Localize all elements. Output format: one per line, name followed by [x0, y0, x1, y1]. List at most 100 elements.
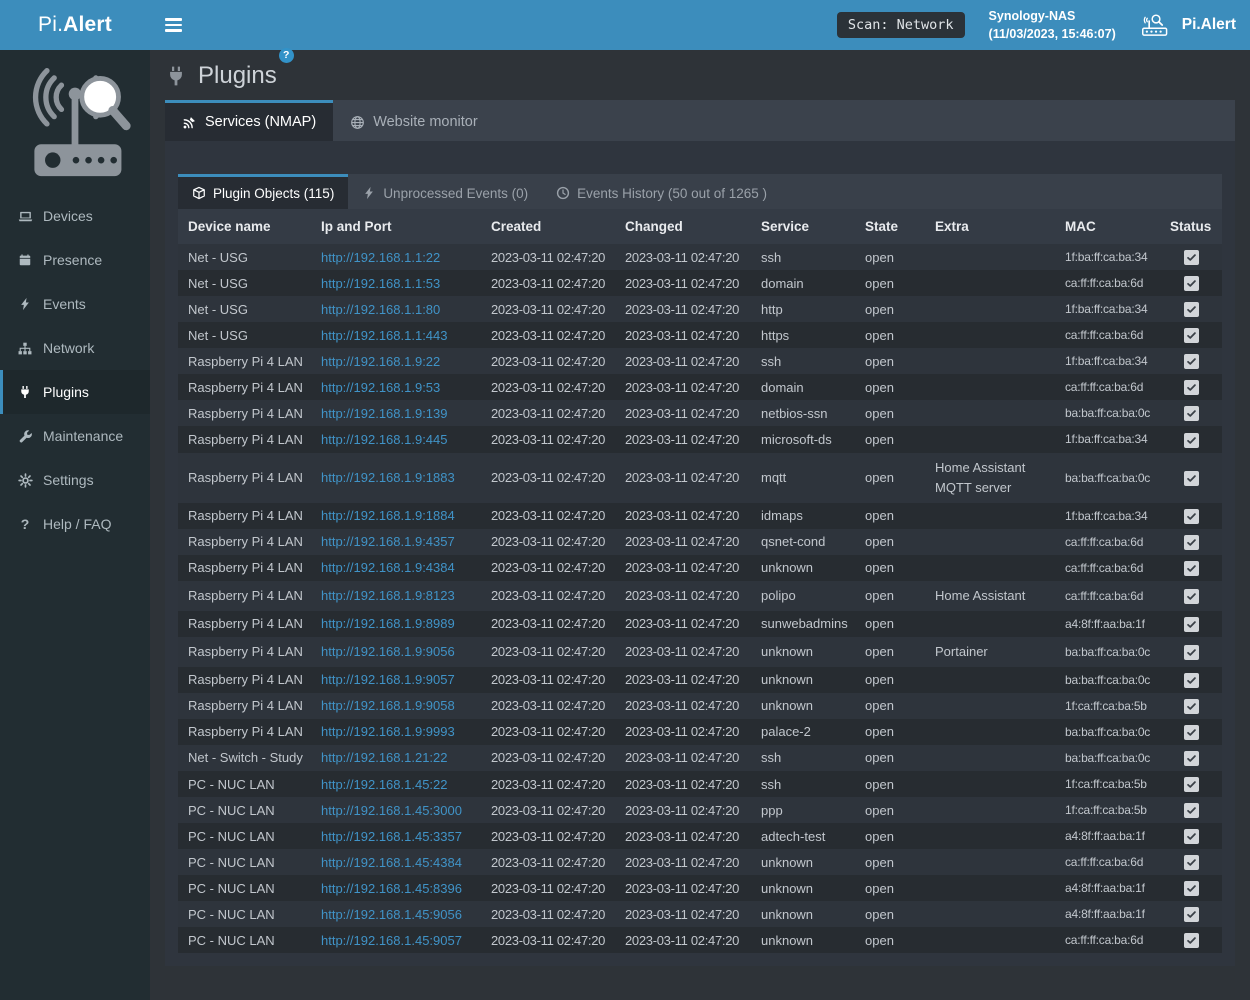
ip-port-link[interactable]: http://192.168.1.1:443: [321, 328, 448, 343]
ip-port-link[interactable]: http://192.168.1.1:80: [321, 302, 440, 317]
sidebar-item-presence[interactable]: Presence: [0, 238, 150, 282]
ip-port-link[interactable]: http://192.168.1.45:3000: [321, 803, 462, 818]
created-cell: 2023-03-11 02:47:20: [481, 555, 615, 581]
mac-cell: 1f:ba:ff:ca:ba:34: [1055, 503, 1160, 529]
ip-port-link[interactable]: http://192.168.1.9:53: [321, 380, 440, 395]
status-checkbox[interactable]: [1184, 302, 1199, 317]
status-checkbox[interactable]: [1184, 406, 1199, 421]
status-checkbox[interactable]: [1184, 673, 1199, 688]
service-cell: ppp: [751, 797, 855, 823]
status-checkbox[interactable]: [1184, 725, 1199, 740]
created-cell: 2023-03-11 02:47:20: [481, 322, 615, 348]
status-checkbox[interactable]: [1184, 250, 1199, 265]
extra-cell: [925, 555, 1055, 581]
status-checkbox[interactable]: [1184, 276, 1199, 291]
ip-port-link[interactable]: http://192.168.1.9:8123: [321, 588, 455, 603]
subtab-events-history-50-out-of-1265[interactable]: Events History (50 out of 1265 ): [542, 174, 781, 209]
table-row: Raspberry Pi 4 LAN http://192.168.1.9:90…: [178, 637, 1222, 667]
ip-port-cell: http://192.168.1.9:9057: [311, 667, 481, 693]
status-checkbox[interactable]: [1184, 328, 1199, 343]
ip-port-cell: http://192.168.1.45:8396: [311, 875, 481, 901]
status-checkbox[interactable]: [1184, 777, 1199, 792]
status-checkbox[interactable]: [1184, 907, 1199, 922]
ip-port-link[interactable]: http://192.168.1.45:8396: [321, 881, 462, 896]
ip-port-link[interactable]: http://192.168.1.1:22: [321, 250, 440, 265]
status-checkbox[interactable]: [1184, 433, 1199, 448]
app-menu[interactable]: Pi.Alert: [1140, 13, 1236, 37]
ip-port-link[interactable]: http://192.168.1.21:22: [321, 750, 448, 765]
ip-port-link[interactable]: http://192.168.1.9:8989: [321, 616, 455, 631]
ip-port-link[interactable]: http://192.168.1.45:22: [321, 777, 448, 792]
mac-cell: ba:ba:ff:ca:ba:0c: [1055, 637, 1160, 667]
created-cell: 2023-03-11 02:47:20: [481, 797, 615, 823]
extra-cell: [925, 322, 1055, 348]
device-name-cell: PC - NUC LAN: [178, 823, 311, 849]
mac-cell: ca:ff:ff:ca:ba:6d: [1055, 270, 1160, 296]
sidebar-item-plugins[interactable]: Plugins: [0, 370, 150, 414]
table-row: PC - NUC LAN http://192.168.1.45:3357 20…: [178, 823, 1222, 849]
status-checkbox[interactable]: [1184, 380, 1199, 395]
extra-cell: [925, 823, 1055, 849]
tab-website-monitor[interactable]: Website monitor: [333, 100, 495, 141]
ip-port-link[interactable]: http://192.168.1.9:22: [321, 354, 440, 369]
status-checkbox[interactable]: [1184, 699, 1199, 714]
ip-port-link[interactable]: http://192.168.1.45:3357: [321, 829, 462, 844]
ip-port-link[interactable]: http://192.168.1.9:4357: [321, 534, 455, 549]
device-name-cell: Raspberry Pi 4 LAN: [178, 637, 311, 667]
changed-cell: 2023-03-11 02:47:20: [615, 719, 751, 745]
ip-port-link[interactable]: http://192.168.1.9:9058: [321, 698, 455, 713]
status-checkbox[interactable]: [1184, 561, 1199, 576]
ip-port-link[interactable]: http://192.168.1.9:139: [321, 406, 448, 421]
ip-port-link[interactable]: http://192.168.1.45:4384: [321, 855, 462, 870]
status-checkbox[interactable]: [1184, 855, 1199, 870]
status-checkbox[interactable]: [1184, 535, 1199, 550]
status-checkbox[interactable]: [1184, 354, 1199, 369]
ip-port-link[interactable]: http://192.168.1.9:9993: [321, 724, 455, 739]
ip-port-link[interactable]: http://192.168.1.9:9056: [321, 644, 455, 659]
service-cell: polipo: [751, 581, 855, 611]
help-badge[interactable]: ?: [279, 48, 294, 63]
ip-port-link[interactable]: http://192.168.1.9:4384: [321, 560, 455, 575]
ip-port-link[interactable]: http://192.168.1.45:9056: [321, 907, 462, 922]
subtab-unprocessed-events-0[interactable]: Unprocessed Events (0): [348, 174, 542, 209]
sidebar-item-events[interactable]: Events: [0, 282, 150, 326]
status-checkbox[interactable]: [1184, 617, 1199, 632]
changed-cell: 2023-03-11 02:47:20: [615, 322, 751, 348]
tab-label: Website monitor: [373, 114, 478, 130]
status-checkbox[interactable]: [1184, 829, 1199, 844]
sidebar-item-devices[interactable]: Devices: [0, 194, 150, 238]
status-checkbox[interactable]: [1184, 881, 1199, 896]
created-cell: 2023-03-11 02:47:20: [481, 244, 615, 270]
subtab-label: Plugin Objects (115): [213, 186, 334, 201]
ip-port-link[interactable]: http://192.168.1.1:53: [321, 276, 440, 291]
ip-port-cell: http://192.168.1.45:4384: [311, 849, 481, 875]
sidebar-item-settings[interactable]: Settings: [0, 458, 150, 502]
sidebar-item-help-faq[interactable]: ? Help / FAQ: [0, 502, 150, 546]
table-header-row: Device nameIp and PortCreatedChangedServ…: [178, 209, 1222, 244]
sidebar-item-network[interactable]: Network: [0, 326, 150, 370]
subtab-icon: [556, 186, 570, 200]
created-cell: 2023-03-11 02:47:20: [481, 719, 615, 745]
device-name-cell: Raspberry Pi 4 LAN: [178, 581, 311, 611]
sidebar-toggle-button[interactable]: [150, 0, 196, 50]
status-checkbox[interactable]: [1184, 933, 1199, 948]
column-header-device-name: Device name: [178, 209, 311, 244]
status-checkbox[interactable]: [1184, 751, 1199, 766]
subtab-label: Events History (50 out of 1265 ): [577, 186, 767, 201]
ip-port-link[interactable]: http://192.168.1.45:9057: [321, 933, 462, 948]
status-checkbox[interactable]: [1184, 589, 1199, 604]
ip-port-link[interactable]: http://192.168.1.9:445: [321, 432, 448, 447]
service-cell: ssh: [751, 348, 855, 374]
sidebar-item-maintenance[interactable]: Maintenance: [0, 414, 150, 458]
status-checkbox[interactable]: [1184, 645, 1199, 660]
status-checkbox[interactable]: [1184, 803, 1199, 818]
ip-port-link[interactable]: http://192.168.1.9:1883: [321, 470, 455, 485]
ip-port-link[interactable]: http://192.168.1.9:9057: [321, 672, 455, 687]
tab-services-nmap[interactable]: Services (NMAP): [165, 100, 333, 141]
status-checkbox[interactable]: [1184, 509, 1199, 524]
mac-cell: 1f:ba:ff:ca:ba:34: [1055, 244, 1160, 270]
status-checkbox[interactable]: [1184, 471, 1199, 486]
brand-logo[interactable]: Pi.Alert: [0, 0, 150, 50]
ip-port-link[interactable]: http://192.168.1.9:1884: [321, 508, 455, 523]
subtab-plugin-objects-115[interactable]: Plugin Objects (115): [178, 174, 348, 209]
